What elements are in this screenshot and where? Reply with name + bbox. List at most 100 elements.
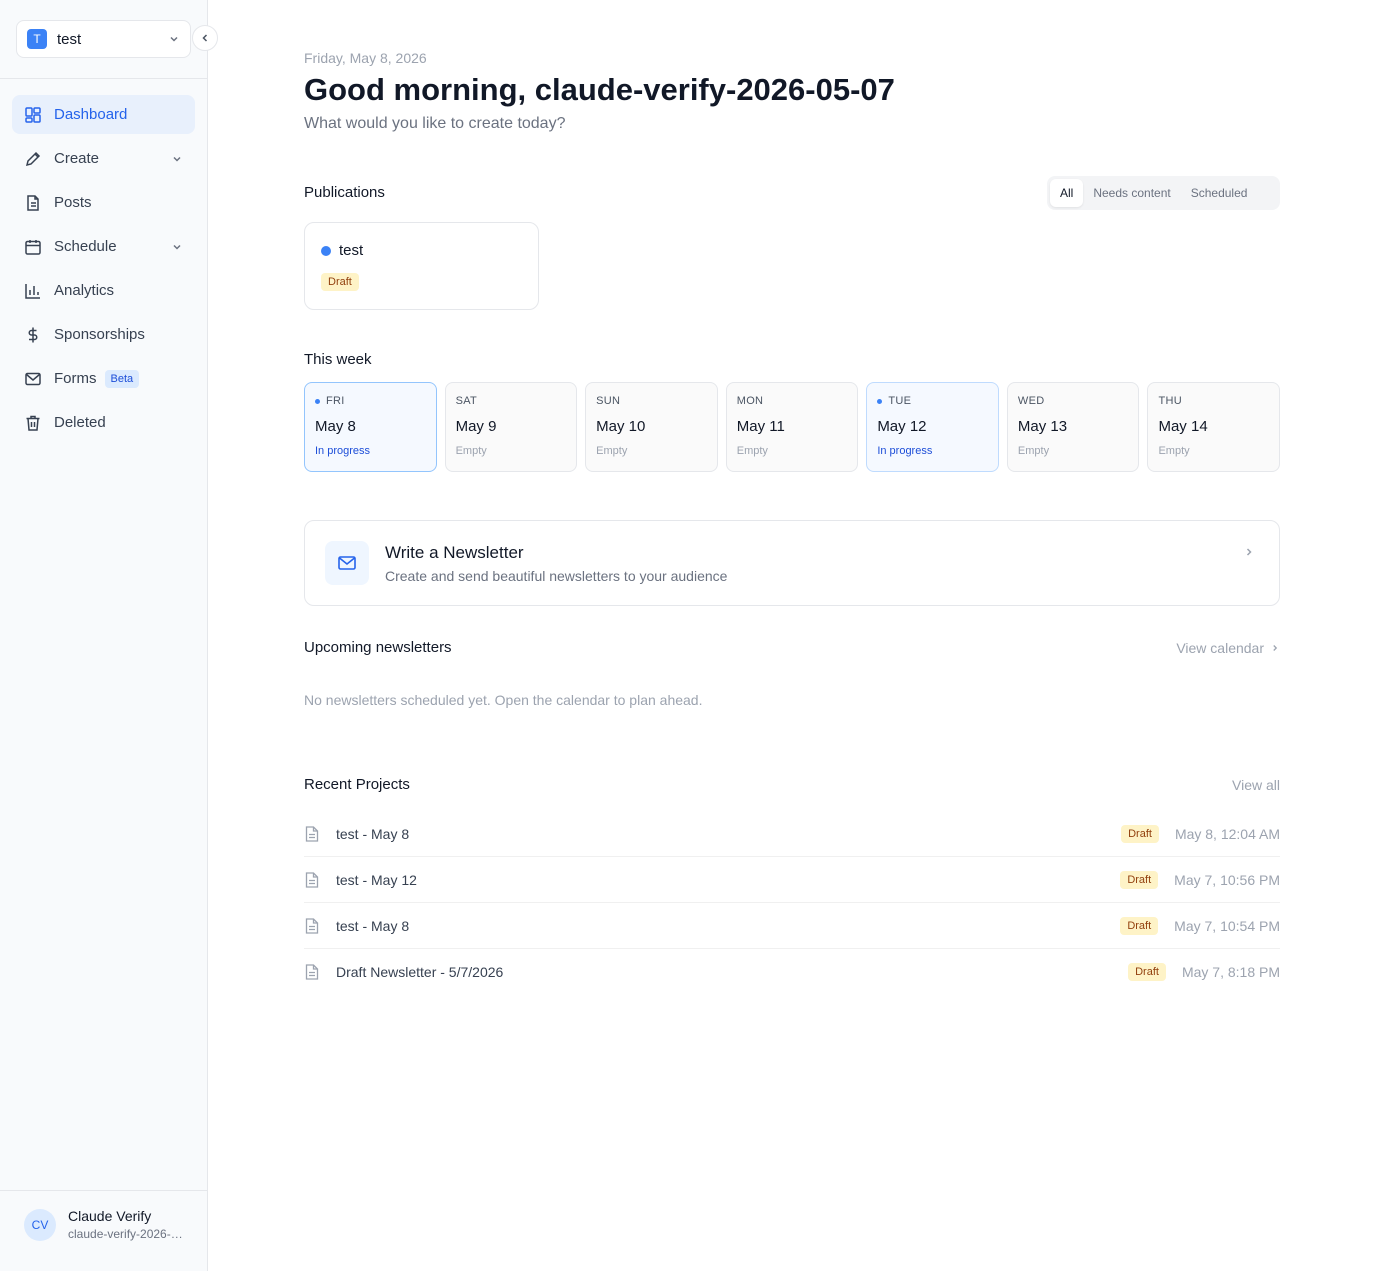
view-calendar-label: View calendar bbox=[1176, 640, 1264, 656]
bar-chart-icon bbox=[24, 282, 42, 300]
write-newsletter-card[interactable]: Write a Newsletter Create and send beaut… bbox=[304, 520, 1280, 606]
recent-projects-title: Recent Projects bbox=[304, 776, 410, 793]
day-date: May 14 bbox=[1158, 418, 1208, 435]
sidebar-item-label: Deleted bbox=[54, 414, 106, 431]
sidebar-item-deleted[interactable]: Deleted bbox=[12, 403, 195, 442]
list-item[interactable]: test - May 8 Draft May 7, 10:54 PM bbox=[304, 903, 1280, 949]
sidebar-item-schedule[interactable]: Schedule bbox=[12, 227, 195, 266]
mail-icon bbox=[24, 370, 42, 388]
day-status: Empty bbox=[455, 445, 487, 457]
sidebar-item-label: Analytics bbox=[54, 282, 115, 299]
day-card[interactable]: MON May 11 Empty bbox=[725, 382, 859, 472]
dollar-icon bbox=[24, 326, 42, 344]
filter-all[interactable]: All bbox=[1050, 179, 1084, 207]
publication-filter: All Needs content Scheduled bbox=[1047, 176, 1280, 210]
project-name: test - May 12 bbox=[336, 871, 417, 888]
sidebar-divider bbox=[0, 1190, 207, 1191]
day-card[interactable]: THU May 14 Empty bbox=[1147, 382, 1281, 472]
day-card[interactable]: TUE May 12 In progress bbox=[866, 382, 999, 472]
day-card[interactable]: WED May 13 Empty bbox=[1006, 382, 1140, 472]
list-item[interactable]: Draft Newsletter - 5/7/2026 Draft May 7,… bbox=[304, 949, 1280, 995]
day-status: Empty bbox=[596, 445, 628, 457]
project-time: May 8, 12:04 AM bbox=[1174, 825, 1280, 842]
sidebar-item-sponsorships[interactable]: Sponsorships bbox=[12, 315, 195, 354]
publications-title: Publications bbox=[304, 184, 385, 201]
sidebar-nav: Dashboard Create Posts Schedule Analytic… bbox=[12, 95, 195, 447]
mail-icon bbox=[325, 541, 369, 585]
workspace-name: test bbox=[57, 30, 82, 48]
avatar: CV bbox=[24, 1208, 56, 1241]
cta-title: Write a Newsletter bbox=[385, 543, 524, 562]
page-subtitle: What would you like to create today? bbox=[304, 115, 566, 132]
current-date: Friday, May 8, 2026 bbox=[304, 50, 427, 66]
day-date: May 11 bbox=[736, 418, 785, 435]
user-name: Claude Verify bbox=[68, 1208, 152, 1224]
publication-name: test bbox=[339, 242, 364, 259]
chevron-down-icon bbox=[170, 36, 178, 42]
sidebar-item-label: Dashboard bbox=[54, 106, 128, 123]
status-dot bbox=[321, 246, 331, 256]
list-item[interactable]: test - May 12 Draft May 7, 10:56 PM bbox=[304, 857, 1280, 903]
filter-scheduled[interactable]: Scheduled bbox=[1181, 179, 1258, 207]
user-profile[interactable]: CV Claude Verify claude-verify-2026-05-0… bbox=[24, 1208, 183, 1241]
view-calendar-link[interactable]: View calendar bbox=[1176, 640, 1280, 656]
day-card[interactable]: SAT May 9 Empty bbox=[444, 382, 578, 472]
day-status: Empty bbox=[1158, 445, 1190, 457]
this-week-title: This week bbox=[304, 351, 372, 368]
project-time: May 7, 10:56 PM bbox=[1174, 871, 1280, 888]
status-badge: Draft bbox=[1120, 916, 1159, 935]
trash-icon bbox=[24, 414, 42, 432]
project-name: test - May 8 bbox=[336, 917, 410, 934]
document-icon bbox=[304, 964, 320, 980]
recent-projects-list: test - May 8 Draft May 8, 12:04 AM test … bbox=[304, 811, 1280, 995]
day-of-week: THU bbox=[1158, 395, 1182, 407]
day-card[interactable]: SUN May 10 Empty bbox=[585, 382, 718, 472]
day-status: In progress bbox=[877, 445, 933, 457]
activity-dot bbox=[877, 398, 883, 404]
sidebar-item-analytics[interactable]: Analytics bbox=[12, 271, 195, 310]
status-badge: Draft bbox=[321, 273, 359, 291]
empty-state-message: No newsletters scheduled yet. Open the c… bbox=[304, 692, 703, 708]
document-icon bbox=[24, 194, 42, 212]
day-of-week: FRI bbox=[326, 395, 345, 407]
chevron-down-icon bbox=[173, 156, 181, 162]
user-email: claude-verify-2026-05-07 bbox=[68, 1227, 183, 1241]
day-of-week: MON bbox=[736, 395, 764, 407]
filter-needs-content[interactable]: Needs content bbox=[1083, 179, 1180, 207]
sidebar-item-label: Create bbox=[54, 150, 100, 167]
day-date: May 8 bbox=[315, 418, 356, 435]
day-status: In progress bbox=[315, 445, 371, 457]
day-date: May 12 bbox=[877, 418, 927, 435]
upcoming-title: Upcoming newsletters bbox=[304, 639, 452, 656]
sidebar-item-posts[interactable]: Posts bbox=[12, 183, 195, 222]
workspace-switcher[interactable]: T test bbox=[16, 20, 191, 58]
chevron-left-icon bbox=[202, 34, 208, 42]
collapse-sidebar-button[interactable] bbox=[192, 25, 218, 51]
sidebar-item-label: Forms bbox=[54, 370, 97, 387]
user-info: Claude Verify claude-verify-2026-05-07 bbox=[68, 1208, 183, 1241]
day-of-week: SUN bbox=[596, 395, 621, 407]
day-card[interactable]: FRI May 8 In progress bbox=[304, 382, 437, 472]
project-name: test - May 8 bbox=[336, 825, 410, 842]
cta-description: Create and send beautiful newsletters to… bbox=[385, 568, 728, 584]
document-icon bbox=[304, 917, 320, 934]
sidebar-item-dashboard[interactable]: Dashboard bbox=[12, 95, 195, 134]
day-of-week: TUE bbox=[888, 395, 912, 407]
beta-badge: Beta bbox=[104, 369, 140, 388]
day-date: May 13 bbox=[1017, 418, 1068, 435]
publication-card[interactable]: test Draft bbox=[304, 222, 539, 310]
list-item[interactable]: test - May 8 Draft May 8, 12:04 AM bbox=[304, 811, 1280, 857]
status-badge: Draft bbox=[1128, 963, 1166, 981]
chevron-right-icon bbox=[1246, 548, 1252, 556]
dashboard-icon bbox=[24, 106, 42, 124]
view-all-link[interactable]: View all bbox=[1232, 777, 1280, 793]
today-dot bbox=[315, 398, 320, 404]
sidebar-item-forms[interactable]: Forms Beta bbox=[12, 359, 195, 398]
sidebar-item-create[interactable]: Create bbox=[12, 139, 195, 178]
pencil-icon bbox=[24, 150, 42, 168]
day-of-week: SAT bbox=[455, 395, 478, 407]
document-icon bbox=[304, 825, 320, 842]
page-title: Good morning, claude-verify-2026-05-07 bbox=[304, 72, 895, 107]
week-strip: FRI May 8 In progress SAT May 9 Empty SU… bbox=[304, 382, 1281, 472]
day-date: May 9 bbox=[455, 418, 497, 435]
